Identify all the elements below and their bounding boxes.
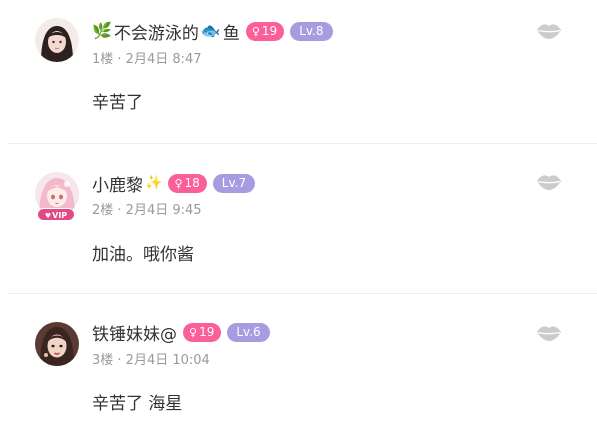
comment-text: 辛苦了 海星 bbox=[92, 394, 183, 414]
user-level-badge: Lv.6 bbox=[227, 322, 270, 342]
name-row: 🌿 不会游泳的 🐟 鱼 ♀ 19 Lv.8 bbox=[92, 18, 333, 44]
fan-badge-icon: ♀ bbox=[174, 176, 183, 190]
fan-level-value: 19 bbox=[199, 324, 215, 339]
leaf-emoji-icon: 🌿 bbox=[92, 21, 112, 40]
username-text: 铁锤妹妹@ bbox=[92, 324, 177, 345]
username[interactable]: 🌿 不会游泳的 🐟 鱼 bbox=[92, 19, 240, 44]
sparkle-emoji-icon: ✨ bbox=[145, 175, 163, 191]
comment-meta: 3楼 · 2月4日 10:04 bbox=[92, 353, 210, 368]
vip-badge: ♥VIP bbox=[37, 208, 75, 221]
comment-item bbox=[0, 152, 597, 293]
avatar-girl-dark-hair-icon bbox=[35, 18, 79, 62]
comment-meta: 1楼 · 2月4日 8:47 bbox=[92, 52, 202, 67]
lips-icon[interactable] bbox=[536, 22, 562, 40]
username-suffix: 鱼 bbox=[222, 23, 240, 44]
avatar[interactable] bbox=[35, 322, 79, 366]
user-level-badge: Lv.7 bbox=[212, 173, 256, 193]
fan-level-value: 18 bbox=[184, 175, 200, 190]
avatar[interactable] bbox=[35, 18, 79, 62]
comment-text: 辛苦了 bbox=[92, 93, 143, 113]
user-level-badge: Lv.8 bbox=[290, 21, 333, 41]
fan-badge-icon: ♀ bbox=[189, 325, 198, 339]
divider bbox=[8, 293, 597, 294]
heart-icon: ♥ bbox=[44, 212, 52, 220]
username[interactable]: 铁锤妹妹@ bbox=[92, 320, 177, 345]
comment-meta: 2楼 · 2月4日 9:45 bbox=[92, 203, 202, 218]
fan-badge-icon: ♀ bbox=[251, 24, 260, 38]
vip-label: VIP bbox=[52, 211, 68, 220]
fan-level-badge: ♀ 19 bbox=[245, 21, 285, 41]
fan-level-value: 19 bbox=[261, 23, 278, 38]
comment-item bbox=[0, 300, 597, 432]
username[interactable]: 小鹿黎 ✨ bbox=[92, 171, 162, 196]
username-text: 不会游泳的 bbox=[113, 23, 199, 44]
lips-icon[interactable] bbox=[536, 173, 562, 191]
name-row: 小鹿黎 ✨ ♀ 18 Lv.7 bbox=[92, 170, 256, 196]
divider bbox=[8, 143, 597, 144]
lips-icon[interactable] bbox=[536, 324, 562, 342]
fish-emoji-icon: 🐟 bbox=[200, 21, 221, 40]
fan-level-badge: ♀ 18 bbox=[168, 173, 207, 193]
comment-feed: 🌿 不会游泳的 🐟 鱼 ♀ 19 Lv.8 1楼 · 2月4日 8:47 辛苦了 bbox=[0, 0, 597, 432]
comment-text: 加油。哦你酱 bbox=[92, 245, 194, 265]
name-row: 铁锤妹妹@ ♀ 19 Lv.6 bbox=[92, 319, 270, 345]
username-text: 小鹿黎 bbox=[92, 175, 143, 196]
fan-level-badge: ♀ 19 bbox=[183, 322, 222, 342]
avatar-girl-photo-icon bbox=[35, 322, 79, 366]
